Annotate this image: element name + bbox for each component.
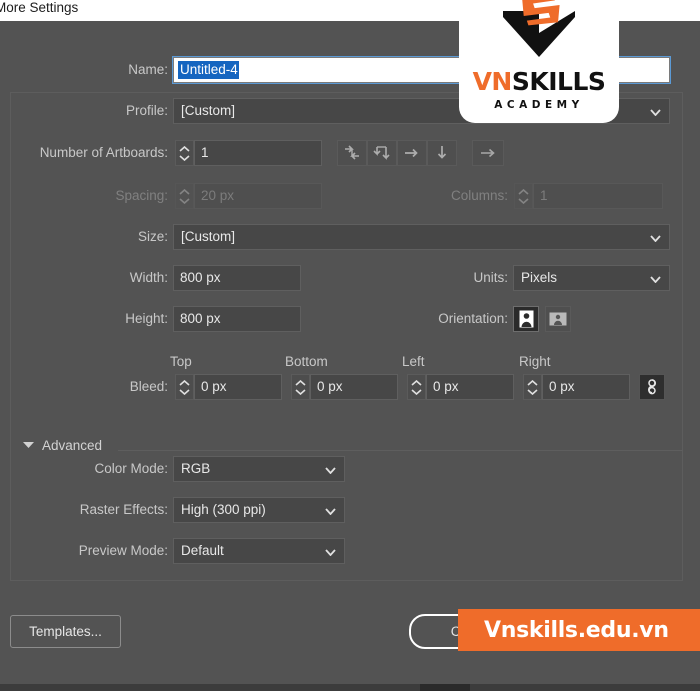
raster-effects-dropdown[interactable]: High (300 ppi) bbox=[173, 497, 345, 523]
logo-word-vn: VN bbox=[472, 67, 513, 96]
vnskills-url-text: Vnskills.edu.vn bbox=[484, 617, 669, 643]
advanced-section-toggle[interactable]: Advanced bbox=[22, 436, 102, 454]
profile-value: [Custom] bbox=[181, 103, 236, 118]
advanced-divider bbox=[118, 450, 683, 451]
artboards-label: Number of Artboards: bbox=[39, 145, 168, 160]
color-mode-dropdown[interactable]: RGB bbox=[173, 456, 345, 482]
bleed-right-value: 0 px bbox=[549, 379, 575, 394]
chevron-down-icon bbox=[649, 266, 661, 290]
artboards-value: 1 bbox=[201, 145, 209, 160]
bleed-right-label: Right bbox=[519, 354, 551, 369]
grid-by-row-icon[interactable] bbox=[337, 140, 367, 166]
templates-button-label: Templates... bbox=[29, 624, 102, 639]
grid-by-column-icon[interactable] bbox=[367, 140, 397, 166]
chevron-down-icon bbox=[324, 498, 336, 522]
chevron-down-icon bbox=[649, 99, 661, 123]
height-value: 800 px bbox=[180, 311, 221, 326]
bleed-bottom-input[interactable]: 0 px bbox=[310, 374, 398, 400]
bleed-top-stepper[interactable] bbox=[175, 374, 194, 400]
artboards-input[interactable]: 1 bbox=[194, 140, 322, 166]
chevron-down-icon bbox=[324, 539, 336, 563]
columns-value: 1 bbox=[540, 188, 548, 203]
spacing-input: 20 px bbox=[194, 183, 322, 209]
vnskills-wordmark: VNSKILLS bbox=[473, 69, 606, 94]
units-label: Units: bbox=[473, 270, 508, 285]
bleed-bottom-value: 0 px bbox=[317, 379, 343, 394]
columns-input: 1 bbox=[533, 183, 663, 209]
right-to-left-icon[interactable] bbox=[472, 140, 504, 166]
columns-stepper bbox=[514, 183, 533, 209]
orientation-label: Orientation: bbox=[438, 311, 508, 326]
columns-label: Columns: bbox=[450, 188, 508, 203]
bleed-top-value: 0 px bbox=[201, 379, 227, 394]
bleed-label: Bleed: bbox=[129, 379, 168, 394]
width-label: Width: bbox=[129, 270, 168, 285]
arrange-by-column-icon[interactable] bbox=[427, 140, 457, 166]
spacing-label: Spacing: bbox=[115, 188, 168, 203]
chevron-down-icon bbox=[22, 436, 35, 454]
vnskills-logo: VNSKILLS ACADEMY bbox=[459, 0, 619, 123]
size-value: [Custom] bbox=[181, 229, 236, 244]
spacing-value: 20 px bbox=[201, 188, 235, 203]
link-chain-icon[interactable] bbox=[639, 374, 665, 400]
more-settings-label: More Settings bbox=[0, 0, 79, 15]
templates-button[interactable]: Templates... bbox=[10, 615, 121, 648]
bleed-left-input[interactable]: 0 px bbox=[426, 374, 514, 400]
arrange-by-row-icon[interactable] bbox=[397, 140, 427, 166]
bleed-left-stepper[interactable] bbox=[407, 374, 426, 400]
vnskills-url-banner: Vnskills.edu.vn bbox=[458, 609, 700, 651]
raster-effects-label: Raster Effects: bbox=[79, 502, 168, 517]
chevron-down-icon bbox=[324, 457, 336, 481]
bleed-right-stepper[interactable] bbox=[523, 374, 542, 400]
bleed-top-input[interactable]: 0 px bbox=[194, 374, 282, 400]
window-bottom-chrome bbox=[0, 684, 700, 691]
preview-mode-label: Preview Mode: bbox=[78, 543, 168, 558]
bleed-bottom-stepper[interactable] bbox=[291, 374, 310, 400]
preview-mode-dropdown[interactable]: Default bbox=[173, 538, 345, 564]
raster-effects-value: High (300 ppi) bbox=[181, 502, 266, 517]
bleed-left-label: Left bbox=[402, 354, 425, 369]
bleed-left-value: 0 px bbox=[433, 379, 459, 394]
width-input[interactable]: 800 px bbox=[173, 265, 301, 291]
portrait-orientation-icon[interactable] bbox=[513, 306, 539, 332]
advanced-label: Advanced bbox=[42, 437, 103, 453]
color-mode-label: Color Mode: bbox=[94, 461, 168, 476]
height-label: Height: bbox=[125, 311, 168, 326]
size-label: Size: bbox=[137, 229, 168, 244]
size-dropdown[interactable]: [Custom] bbox=[173, 224, 670, 250]
width-value: 800 px bbox=[180, 270, 221, 285]
color-mode-value: RGB bbox=[181, 461, 211, 476]
logo-word-skills: SKILLS bbox=[511, 67, 606, 96]
units-value: Pixels bbox=[521, 270, 558, 285]
profile-label: Profile: bbox=[125, 103, 168, 118]
preview-mode-value: Default bbox=[181, 543, 224, 558]
logo-subtitle: ACADEMY bbox=[494, 99, 584, 111]
document-name-value: Untitled-4 bbox=[178, 61, 239, 79]
vnskills-logo-mark bbox=[491, 0, 587, 67]
landscape-orientation-icon[interactable] bbox=[545, 306, 571, 332]
chevron-down-icon bbox=[649, 225, 661, 249]
bleed-top-label: Top bbox=[170, 354, 192, 369]
height-input[interactable]: 800 px bbox=[173, 306, 301, 332]
bleed-bottom-label: Bottom bbox=[285, 354, 328, 369]
bleed-right-input[interactable]: 0 px bbox=[542, 374, 630, 400]
artboards-stepper[interactable] bbox=[175, 140, 194, 166]
name-label: Name: bbox=[128, 62, 168, 77]
spacing-stepper bbox=[175, 183, 194, 209]
units-dropdown[interactable]: Pixels bbox=[513, 265, 670, 291]
taskbar-indicator bbox=[420, 684, 470, 691]
